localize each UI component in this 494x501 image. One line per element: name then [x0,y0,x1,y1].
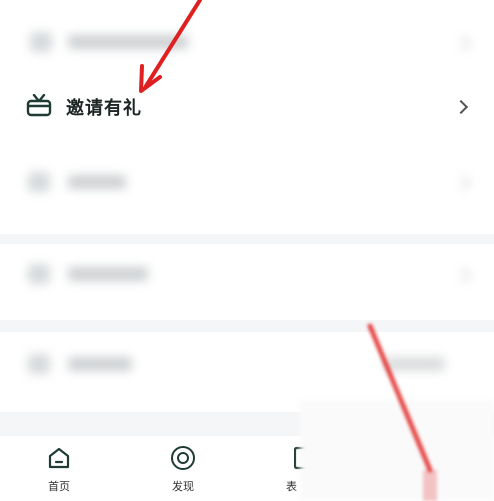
menu-item-invite[interactable]: 邀请有礼 [0,72,494,142]
blurred-item-value [385,357,445,371]
home-icon [47,446,71,474]
chevron-right-icon [455,267,471,283]
tab-third-label: 表 [286,480,297,493]
tab-home[interactable]: 首页 [14,436,104,501]
menu-card-2 [0,164,494,234]
blurred-item-icon [28,264,50,284]
tab-home-label: 首页 [48,480,70,493]
gift-tv-icon [26,93,52,122]
blurred-item-text [68,357,132,371]
menu-card-3 [0,244,494,320]
blurred-item-text [68,35,188,49]
blurred-item-icon [28,172,50,192]
menu-item-blurred-1[interactable] [0,5,494,65]
menu-card-top [0,0,494,72]
tab-discover-label: 发现 [172,480,194,493]
menu-item-blurred-3[interactable] [0,244,494,314]
tab-discover[interactable]: 发现 [138,436,228,501]
menu-card-invite: 邀请有礼 [0,72,494,164]
blurred-item-icon [28,354,50,374]
chevron-right-icon [455,35,471,51]
blurred-item-icon [30,32,52,52]
invite-label: 邀请有礼 [66,98,142,119]
chevron-right-icon [455,175,471,191]
blurred-item-text [68,175,126,189]
blurred-item-text [68,267,148,281]
chevron-right-icon [453,99,469,115]
menu-item-blurred-2[interactable] [0,164,494,234]
menu-item-blurred-4[interactable] [0,332,494,402]
blur-overlay [300,400,494,501]
discover-icon [170,445,196,475]
